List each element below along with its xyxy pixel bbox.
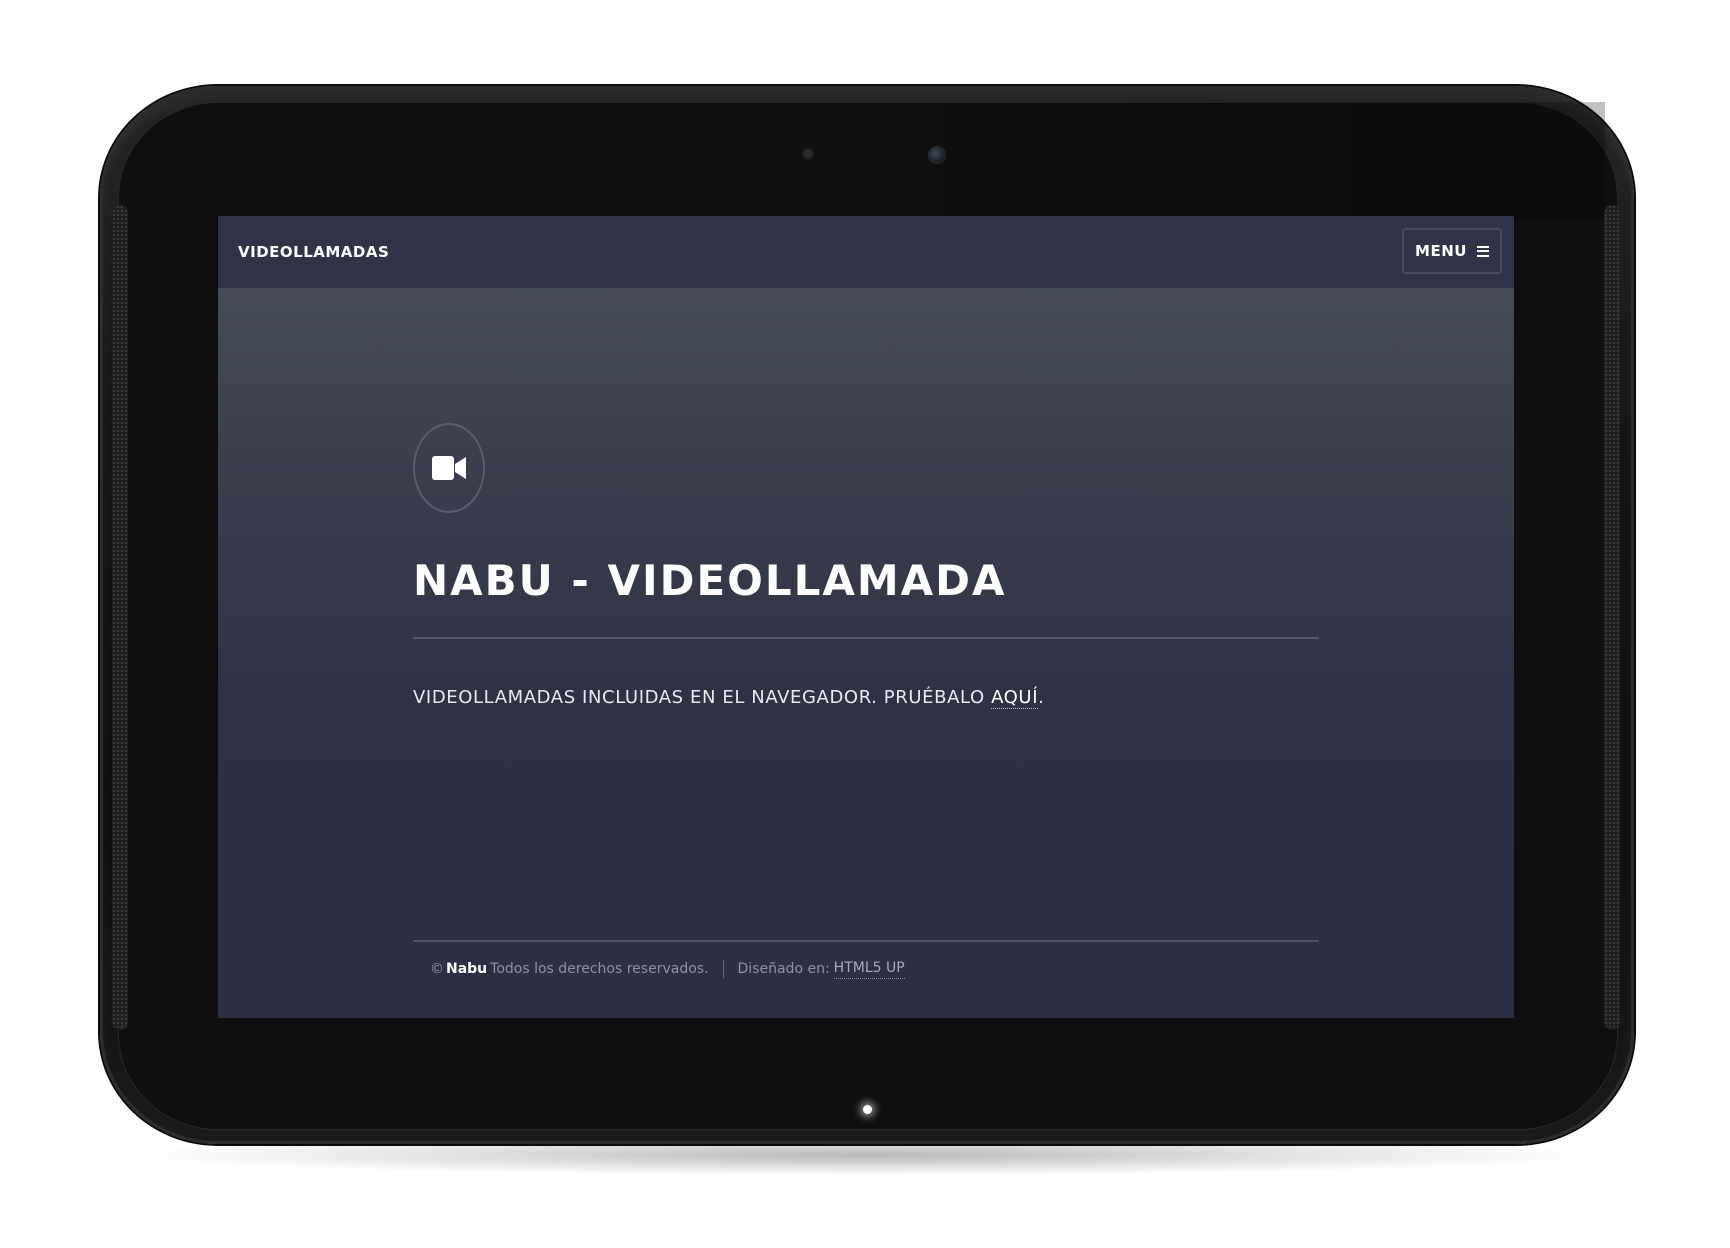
footer: © Nabu Todos los derechos reservados. Di… <box>430 958 905 979</box>
device-mockup: VIDEOLLAMADAS MENU NABU - VIDEOLLAMADA V… <box>0 0 1730 1248</box>
tagline-period: . <box>1038 687 1045 708</box>
top-navbar: VIDEOLLAMADAS MENU <box>218 216 1514 288</box>
footer-separator <box>722 959 724 978</box>
try-here-link[interactable]: AQUÍ <box>991 687 1039 709</box>
title-divider <box>413 637 1319 639</box>
right-speaker-grille <box>1604 205 1620 1030</box>
page-title: NABU - VIDEOLLAMADA <box>413 556 1007 605</box>
tagline: VIDEOLLAMADAS INCLUIDAS EN EL NAVEGADOR.… <box>413 686 1044 710</box>
notification-led <box>863 1105 872 1114</box>
video-icon-circle <box>413 423 485 513</box>
footer-rights: Todos los derechos reservados. <box>490 960 709 977</box>
light-sensor <box>802 148 814 160</box>
footer-designed-label: Diseñado en: <box>737 960 830 977</box>
footer-owner: Nabu <box>446 960 488 977</box>
bezel-reflection <box>845 102 1605 220</box>
menu-button-label: MENU <box>1415 242 1467 260</box>
front-camera <box>928 146 946 164</box>
web-page-screen: VIDEOLLAMADAS MENU NABU - VIDEOLLAMADA V… <box>218 216 1514 1018</box>
video-camera-icon <box>432 456 466 480</box>
copyright-symbol: © <box>430 960 444 977</box>
menu-button[interactable]: MENU <box>1402 228 1502 274</box>
hamburger-icon <box>1476 245 1489 257</box>
tagline-text: VIDEOLLAMADAS INCLUIDAS EN EL NAVEGADOR.… <box>413 687 992 708</box>
site-brand-link[interactable]: VIDEOLLAMADAS <box>238 242 389 262</box>
footer-divider <box>413 940 1319 942</box>
left-speaker-grille <box>112 205 128 1030</box>
html5up-link[interactable]: HTML5 UP <box>833 958 905 979</box>
